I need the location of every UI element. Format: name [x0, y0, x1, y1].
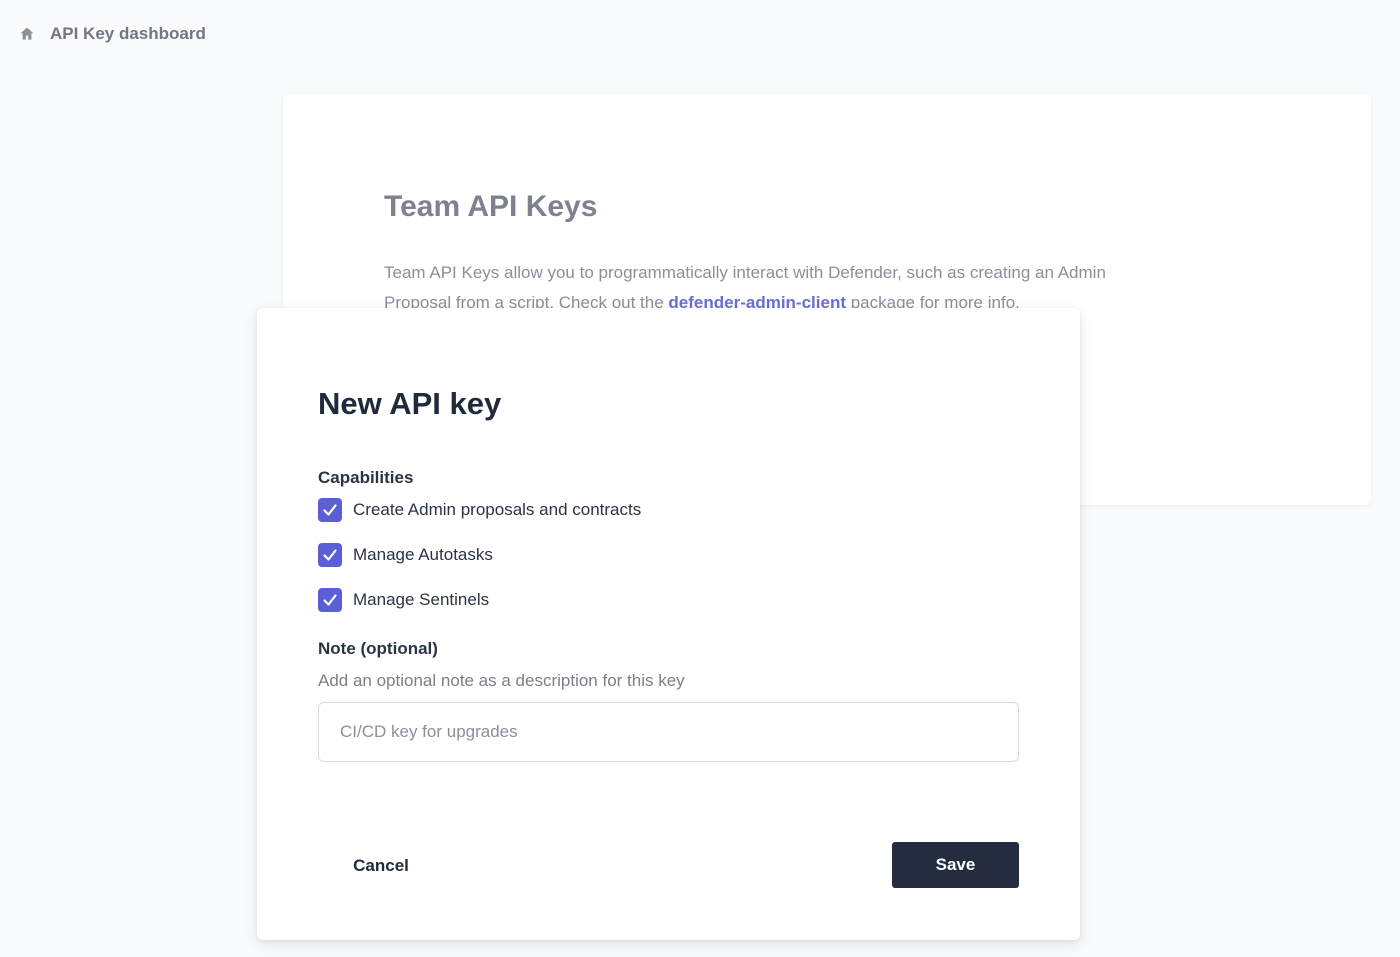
capabilities-label: Capabilities	[318, 468, 414, 487]
note-help-text: Add an optional note as a description fo…	[318, 671, 685, 690]
capability-manage-autotasks[interactable]: Manage Autotasks	[318, 542, 493, 568]
checkbox-checked[interactable]	[318, 543, 342, 567]
note-input[interactable]	[318, 702, 1019, 762]
capability-label: Create Admin proposals and contracts	[353, 500, 642, 519]
home-icon[interactable]	[18, 25, 36, 43]
capability-create-admin-proposals[interactable]: Create Admin proposals and contracts	[318, 497, 641, 523]
checkbox-checked[interactable]	[318, 498, 342, 522]
note-label: Note (optional)	[318, 639, 438, 658]
check-icon	[323, 549, 337, 561]
capability-label: Manage Autotasks	[353, 545, 493, 564]
team-api-keys-title: Team API Keys	[384, 190, 598, 223]
check-icon	[323, 504, 337, 516]
check-icon	[323, 594, 337, 606]
checkbox-checked[interactable]	[318, 588, 342, 612]
modal-title: New API key	[318, 386, 502, 421]
capability-manage-sentinels[interactable]: Manage Sentinels	[318, 587, 489, 613]
save-button[interactable]: Save	[892, 842, 1019, 888]
breadcrumb-title[interactable]: API Key dashboard	[50, 24, 206, 44]
new-api-key-modal: New API key Capabilities Create Admin pr…	[257, 308, 1080, 940]
capability-label: Manage Sentinels	[353, 590, 490, 609]
cancel-button[interactable]: Cancel	[337, 843, 425, 889]
top-bar: API Key dashboard	[0, 0, 1400, 68]
